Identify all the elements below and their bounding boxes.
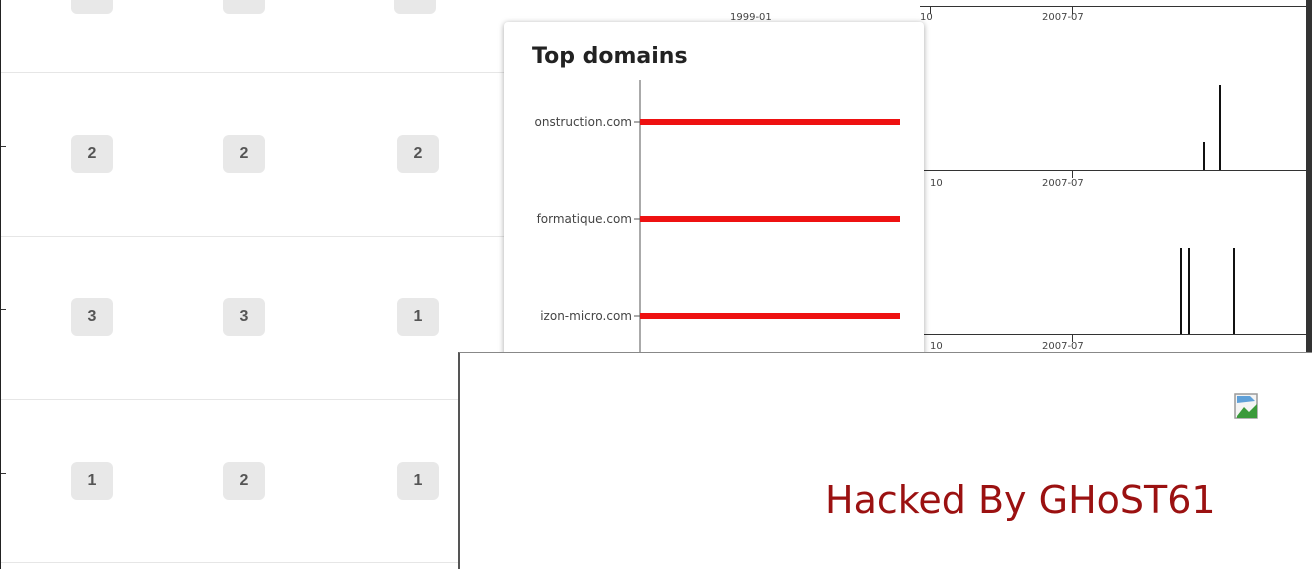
defacement-page: Hacked By GHoST61 [458, 352, 1312, 569]
timeline-axis [920, 6, 1312, 7]
axis-label: 10 [930, 341, 943, 352]
count-badge [394, 0, 436, 14]
count-badge [71, 0, 113, 14]
axis-label: 2007-07 [1042, 12, 1084, 23]
count-badge: 2 [223, 135, 265, 173]
timeline-axis [920, 334, 1312, 335]
axis-tick [1, 309, 6, 310]
count-badge [223, 0, 265, 14]
domain-bar[interactable] [640, 216, 900, 222]
count-badge: 3 [71, 298, 113, 336]
domain-label: formatique.com [537, 212, 632, 226]
window-edge [1306, 0, 1312, 352]
event-spike [1233, 248, 1235, 334]
axis-tick [1072, 170, 1073, 178]
top-domains-card: Top domains onstruction.com formatique.co… [504, 22, 924, 382]
axis-tick [1, 473, 6, 474]
top-domains-chart: onstruction.com formatique.com izon-micro.… [535, 80, 900, 382]
domain-label: izon-micro.com [540, 309, 632, 323]
domain-label: onstruction.com [535, 115, 632, 129]
count-badge: 2 [397, 135, 439, 173]
domain-bar[interactable] [640, 313, 900, 319]
count-badge: 3 [223, 298, 265, 336]
event-spike [1188, 248, 1190, 334]
event-spike [1180, 248, 1182, 334]
hacked-message: Hacked By GHoST61 [825, 478, 1216, 522]
count-badge: 1 [71, 462, 113, 500]
axis-label: 2007-07 [1042, 341, 1084, 352]
event-spike [1203, 142, 1205, 170]
count-badge: 2 [223, 462, 265, 500]
timeline-panel: 1999-01 10 2007-07 10 2007-07 10 2007-07 [730, 0, 1312, 360]
count-badge: 2 [71, 135, 113, 173]
axis-label: 2007-07 [1042, 178, 1084, 189]
event-spike [1219, 85, 1221, 170]
axis-label: 10 [930, 178, 943, 189]
broken-image-icon [1234, 393, 1258, 419]
count-badge: 1 [397, 298, 439, 336]
domain-bar[interactable] [640, 119, 900, 125]
axis-tick [1, 146, 6, 147]
count-badge: 1 [397, 462, 439, 500]
timeline-axis [920, 170, 1312, 171]
